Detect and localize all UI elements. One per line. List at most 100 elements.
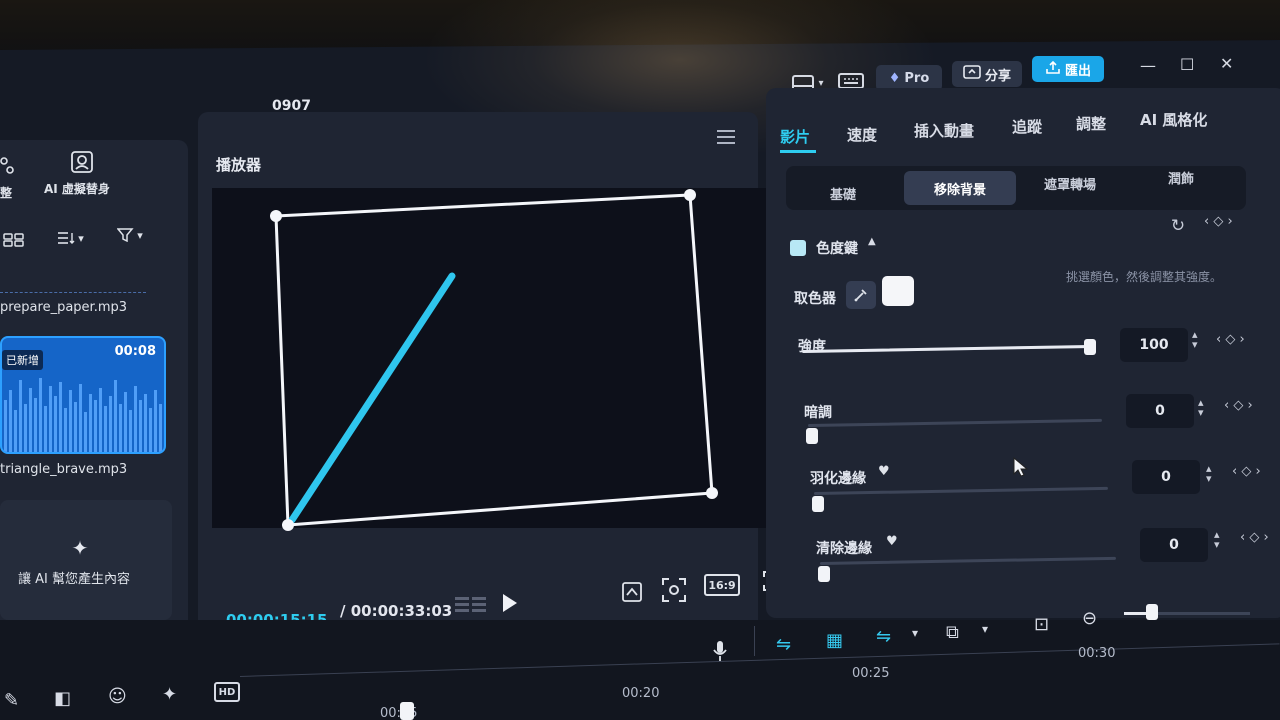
tab-adjust[interactable]: 調整 <box>1076 113 1106 134</box>
total-time: / 00:00:33:03 <box>340 602 453 620</box>
diamond-icon: ♦ <box>888 70 901 86</box>
hd-icon[interactable]: HD <box>214 682 240 702</box>
subtab-basic[interactable]: 基礎 <box>830 184 856 203</box>
sort-icon[interactable]: ▾ <box>50 229 90 247</box>
clean-edge-value[interactable]: 0 <box>1140 528 1208 562</box>
reset-icon[interactable]: ↻ <box>1168 216 1188 236</box>
avatar-icon[interactable] <box>70 150 96 176</box>
playhead[interactable] <box>400 702 414 720</box>
tool-adjust-label[interactable]: 整 <box>0 184 12 201</box>
zoom-slider-knob[interactable] <box>1146 604 1158 620</box>
keyframe-nav[interactable]: ‹ ◇ › <box>1240 530 1269 545</box>
slider-knob[interactable] <box>818 566 830 582</box>
share-button[interactable]: 分享 <box>952 61 1022 87</box>
slider-knob[interactable] <box>1084 339 1096 355</box>
file-name[interactable]: prepare_paper.mp3 <box>0 300 127 315</box>
resize-handle <box>282 519 294 531</box>
aspect-ratio-button[interactable]: 16:9 <box>704 574 740 596</box>
keyframe-nav[interactable]: ‹ ◇ › <box>1232 464 1261 479</box>
toolbar-divider <box>754 626 755 656</box>
tool-ai-avatar-label[interactable]: AI 虛擬替身 <box>44 180 110 197</box>
resize-handle <box>270 210 282 222</box>
eyedropper-icon[interactable] <box>846 281 876 309</box>
subtab-retouch[interactable]: 潤飾 <box>1168 168 1194 187</box>
pro-label: Pro <box>904 70 930 86</box>
keyframe-nav[interactable]: ‹ ◇ › <box>1224 398 1253 413</box>
chroma-key-label[interactable]: 色度鍵 <box>816 238 858 258</box>
feather-edge-label: 羽化邊緣 <box>810 471 866 487</box>
magnet-icon[interactable]: ▦ <box>826 630 843 651</box>
resize-handle <box>706 487 718 499</box>
export-button[interactable]: 匯出 <box>1032 56 1104 82</box>
frames-icon[interactable] <box>454 594 488 618</box>
drawn-line <box>288 272 456 524</box>
split-icon[interactable]: ⧉ <box>946 622 959 643</box>
upload-icon <box>1045 59 1061 79</box>
color-picker-label: 取色器 <box>794 291 836 307</box>
person-icon[interactable]: ☺ <box>108 686 127 707</box>
subtab-mask-transition[interactable]: 遮罩轉場 <box>1044 174 1096 193</box>
shadow-value[interactable]: 0 <box>1126 394 1194 428</box>
magic-wand-icon[interactable]: ✦ <box>162 684 177 705</box>
share-icon <box>963 65 981 83</box>
tab-insert-animation[interactable]: 插入動畫 <box>914 120 974 141</box>
audio-clip-card[interactable]: 已新增 00:08 <box>0 336 166 454</box>
aspect-ratio-label: 16:9 <box>708 578 736 592</box>
keyframe-nav[interactable]: ‹ ◇ › <box>1204 214 1233 229</box>
keyframe-nav[interactable]: ‹ ◇ › <box>1216 332 1245 347</box>
adjust-icon[interactable] <box>0 156 16 176</box>
tab-tracking[interactable]: 追蹤 <box>1012 116 1042 137</box>
player-title: 播放器 <box>216 156 262 174</box>
edit-icon[interactable]: ✎ <box>4 690 19 711</box>
maximize-button[interactable]: ☐ <box>1180 55 1194 74</box>
ai-generate-card[interactable]: ✦ 讓 AI 幫您產生內容 <box>0 500 172 620</box>
subtab-remove-background[interactable]: 移除背景 <box>904 171 1016 205</box>
ai-generate-label: 讓 AI 幫您產生內容 <box>18 572 130 587</box>
tab-video[interactable]: 影片 <box>780 126 810 147</box>
tab-speed[interactable]: 速度 <box>847 124 877 145</box>
minimize-button[interactable]: — <box>1140 56 1156 75</box>
mouse-cursor <box>1012 456 1030 482</box>
preview-content[interactable] <box>212 180 782 540</box>
snap-icon[interactable]: ⇋ <box>876 626 891 647</box>
slider-knob[interactable] <box>812 496 824 512</box>
audio-waveform <box>4 378 162 452</box>
zoom-out-icon[interactable]: ⊖ <box>1082 608 1097 629</box>
link-icon[interactable]: ⇋ <box>776 634 791 655</box>
color-picker-hint: 挑選顏色，然後調整其強度。 <box>1066 270 1223 284</box>
zoom-slider[interactable] <box>1124 612 1250 615</box>
strength-label: 強度 <box>798 339 826 355</box>
grid-view-icon[interactable] <box>2 232 26 248</box>
stepper-icon[interactable]: ▴ ▾ <box>1214 529 1220 550</box>
feather-edge-value[interactable]: 0 <box>1132 460 1200 494</box>
file-name[interactable]: triangle_brave.mp3 <box>0 462 127 477</box>
play-icon[interactable] <box>498 590 522 616</box>
premium-diamond-icon: ♥ <box>886 534 898 549</box>
menu-icon[interactable] <box>716 128 736 146</box>
slider-knob[interactable] <box>806 428 818 444</box>
zoom-fit-icon[interactable]: ⊡ <box>1034 614 1049 635</box>
chevron-down-icon[interactable]: ▾ <box>912 626 918 640</box>
mirror-icon[interactable]: ◧ <box>54 688 71 709</box>
chevron-down-icon[interactable]: ▾ <box>982 622 988 636</box>
ruler-tick-label: 00:20 <box>622 686 660 701</box>
snapshot-icon[interactable] <box>620 578 644 604</box>
tab-active-underline <box>780 150 816 153</box>
chevron-up-icon[interactable]: ▲ <box>868 236 876 247</box>
strength-value[interactable]: 100 <box>1120 328 1188 362</box>
shadow-label: 暗調 <box>804 405 832 421</box>
close-button[interactable]: ✕ <box>1220 54 1233 73</box>
stepper-icon[interactable]: ▴ ▾ <box>1192 329 1198 350</box>
timeline-area <box>0 620 1280 720</box>
filter-icon[interactable]: ▾ <box>110 226 150 244</box>
fit-icon[interactable] <box>660 576 688 604</box>
sparkle-icon: ✦ <box>71 536 89 560</box>
stepper-icon[interactable]: ▴ ▾ <box>1198 397 1204 418</box>
chroma-key-checkbox[interactable] <box>790 240 806 256</box>
share-label: 分享 <box>984 68 1011 84</box>
tab-ai-stylize[interactable]: AI 風格化 <box>1140 109 1207 130</box>
color-swatch[interactable] <box>882 276 914 306</box>
stepper-icon[interactable]: ▴ ▾ <box>1206 463 1212 484</box>
ruler-tick-label: 00:25 <box>852 666 890 681</box>
audio-progress-line <box>0 292 146 293</box>
